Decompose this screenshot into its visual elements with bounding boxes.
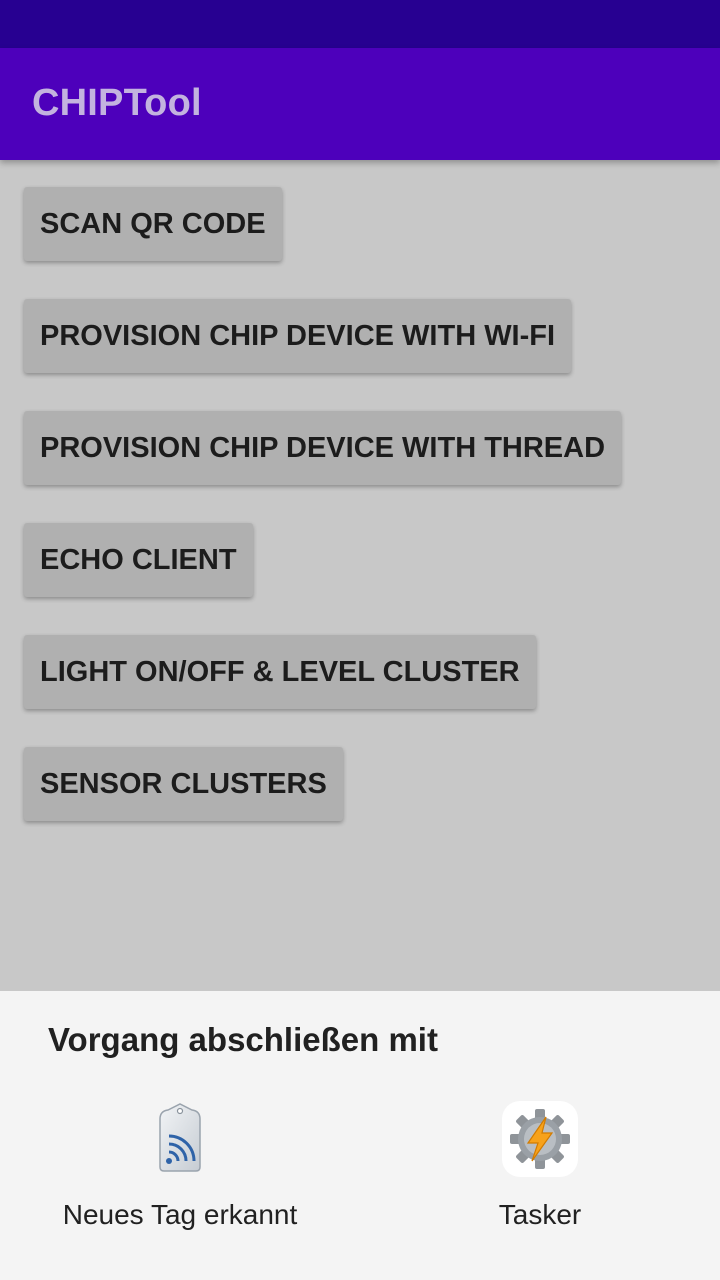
chooser-title: Vorgang abschließen mit: [48, 1021, 438, 1058]
screen: CHIPTool SCAN QR CODE PROVISION CHIP DEV…: [0, 0, 720, 1280]
status-bar: [0, 0, 720, 48]
sensor-clusters-button[interactable]: SENSOR CLUSTERS: [24, 747, 343, 821]
app-bar: CHIPTool: [0, 48, 720, 160]
chooser-option-label: Neues Tag erkannt: [62, 1199, 298, 1230]
echo-client-button[interactable]: ECHO CLIENT: [24, 523, 253, 597]
tasker-icon: [502, 1101, 578, 1177]
app-title: CHIPTool: [32, 82, 202, 124]
chooser-option-label: Tasker: [498, 1199, 582, 1230]
app-chooser-sheet: Vorgang abschließen mit Neues Tag erkann…: [0, 991, 720, 1280]
provision-wifi-button[interactable]: PROVISION CHIP DEVICE WITH WI-FI: [24, 299, 572, 373]
scan-qr-code-button[interactable]: SCAN QR CODE: [24, 187, 282, 261]
provision-thread-button[interactable]: PROVISION CHIP DEVICE WITH THREAD: [24, 411, 622, 485]
light-cluster-button[interactable]: LIGHT ON/OFF & LEVEL CLUSTER: [24, 635, 536, 709]
chooser-option-tasker[interactable]: Tasker: [390, 1101, 690, 1251]
main-content: SCAN QR CODE PROVISION CHIP DEVICE WITH …: [0, 160, 720, 991]
nfc-tag-icon: [159, 1103, 201, 1172]
chooser-option-neues-tag[interactable]: Neues Tag erkannt: [30, 1101, 330, 1251]
